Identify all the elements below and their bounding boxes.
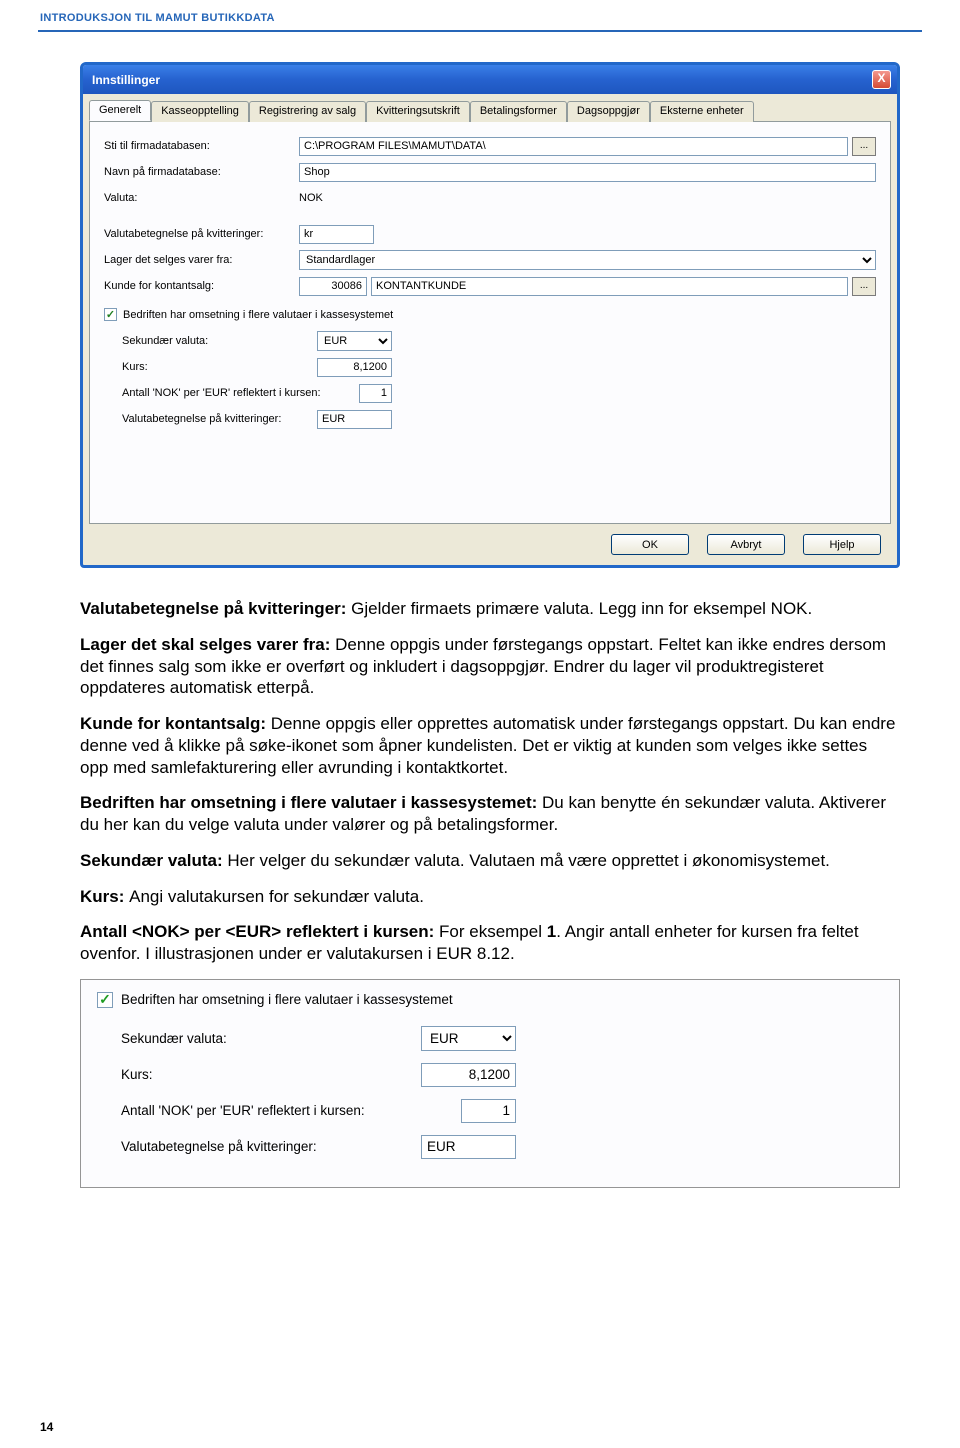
ok-button[interactable]: OK (611, 534, 689, 555)
tab-strip: Generelt Kasseopptelling Registrering av… (89, 101, 891, 122)
p4-bold: Bedriften har omsetning i flere valutaer… (80, 793, 542, 812)
browse-customer-button[interactable]: ... (852, 277, 876, 296)
close-button[interactable]: X (872, 70, 891, 89)
p7a-text: For eksempel (439, 922, 547, 941)
input-rate[interactable] (317, 358, 392, 377)
cancel-button[interactable]: Avbryt (707, 534, 785, 555)
p7-bold: Antall <NOK> per <EUR> reflektert i kurs… (80, 922, 439, 941)
clip-label-rec: Valutabetegnelse på kvitteringer: (121, 1139, 421, 1154)
clip-input-per[interactable] (461, 1099, 516, 1123)
clip-label-sec: Sekundær valuta: (121, 1031, 421, 1046)
body-text: Valutabetegnelse på kvitteringer: Gjelde… (80, 598, 900, 965)
p6-bold: Kurs: (80, 887, 129, 906)
p7b-bold: 1 (547, 922, 556, 941)
input-dbname[interactable] (299, 163, 876, 182)
dialog-title: Innstillinger (92, 73, 160, 87)
p1-text: Gjelder firmaets primære valuta. Legg in… (351, 599, 812, 618)
clip-select-sec[interactable]: EUR (421, 1026, 516, 1051)
clip-label-per: Antall 'NOK' per 'EUR' reflektert i kurs… (121, 1103, 461, 1118)
currency-value: NOK (299, 192, 323, 204)
input-customer-id[interactable] (299, 277, 367, 296)
input-path[interactable] (299, 137, 848, 156)
clip-input-rate[interactable] (421, 1063, 516, 1087)
tab-kasseopptelling[interactable]: Kasseopptelling (151, 101, 249, 122)
checkbox-multicurrency-label: Bedriften har omsetning i flere valutaer… (123, 309, 393, 321)
clip-label-rate: Kurs: (121, 1067, 421, 1082)
label-per: Antall 'NOK' per 'EUR' reflektert i kurs… (104, 387, 359, 399)
clip-checkbox-multicurrency[interactable]: ✓ (97, 992, 113, 1008)
clip-input-rec[interactable] (421, 1135, 516, 1159)
input-sec-receipt[interactable] (317, 410, 392, 429)
page-number: 14 (40, 1420, 53, 1434)
input-customer-name[interactable] (371, 277, 848, 296)
help-button[interactable]: Hjelp (803, 534, 881, 555)
p1-bold: Valutabetegnelse på kvitteringer: (80, 599, 351, 618)
p3-bold: Kunde for kontantsalg: (80, 714, 271, 733)
label-sec-currency: Sekundær valuta: (104, 335, 317, 347)
p2-bold: Lager det skal selges varer fra: (80, 635, 335, 654)
tab-dagsoppgjor[interactable]: Dagsoppgjør (567, 101, 650, 122)
label-currency: Valuta: (104, 192, 299, 204)
titlebar: Innstillinger X (83, 65, 897, 94)
tab-registrering[interactable]: Registrering av salg (249, 101, 366, 122)
input-per[interactable] (359, 384, 392, 403)
tab-kvittering[interactable]: Kvitteringsutskrift (366, 101, 470, 122)
header-divider (38, 30, 922, 32)
p6-text: Angi valutakursen for sekundær valuta. (129, 887, 424, 906)
tab-panel-generelt: Sti til firmadatabasen: ... Navn på firm… (89, 121, 891, 524)
p5-text: Her velger du sekundær valuta. Valutaen … (227, 851, 830, 870)
label-rate: Kurs: (104, 361, 317, 373)
checkbox-multicurrency[interactable]: ✓ (104, 308, 117, 321)
clip-checkbox-label: Bedriften har omsetning i flere valutaer… (121, 992, 453, 1007)
select-store[interactable]: Standardlager (299, 250, 876, 270)
label-curr-receipt: Valutabetegnelse på kvitteringer: (104, 228, 299, 240)
label-path: Sti til firmadatabasen: (104, 140, 299, 152)
tab-eksterne[interactable]: Eksterne enheter (650, 101, 754, 122)
p5-bold: Sekundær valuta: (80, 851, 227, 870)
label-sec-receipt: Valutabetegnelse på kvitteringer: (104, 413, 317, 425)
page-header: INTRODUKSJON TIL MAMUT BUTIKKDATA (0, 0, 960, 30)
label-customer: Kunde for kontantsalg: (104, 280, 299, 292)
input-curr-receipt[interactable] (299, 225, 374, 244)
settings-dialog: Innstillinger X Generelt Kasseopptelling… (80, 62, 900, 568)
clip-panel: ✓ Bedriften har omsetning i flere valuta… (80, 979, 900, 1188)
label-store: Lager det selges varer fra: (104, 254, 299, 266)
tab-betalingsformer[interactable]: Betalingsformer (470, 101, 567, 122)
select-sec-currency[interactable]: EUR (317, 331, 392, 351)
tab-generelt[interactable]: Generelt (89, 100, 151, 121)
browse-path-button[interactable]: ... (852, 137, 876, 156)
label-dbname: Navn på firmadatabase: (104, 166, 299, 178)
